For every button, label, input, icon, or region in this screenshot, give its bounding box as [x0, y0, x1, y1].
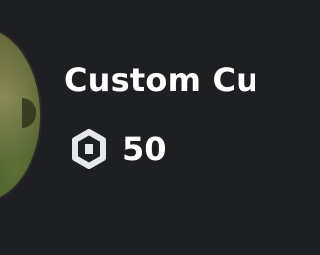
thumbnail-detail	[22, 98, 36, 128]
price-value: 50	[122, 130, 167, 168]
item-name[interactable]: Custom Cu	[64, 58, 255, 102]
robux-icon	[72, 129, 106, 169]
item-thumbnail[interactable]	[0, 26, 42, 204]
item-price: 50	[70, 128, 167, 170]
catalog-item-card[interactable]: Custom Cu 50	[0, 0, 255, 255]
